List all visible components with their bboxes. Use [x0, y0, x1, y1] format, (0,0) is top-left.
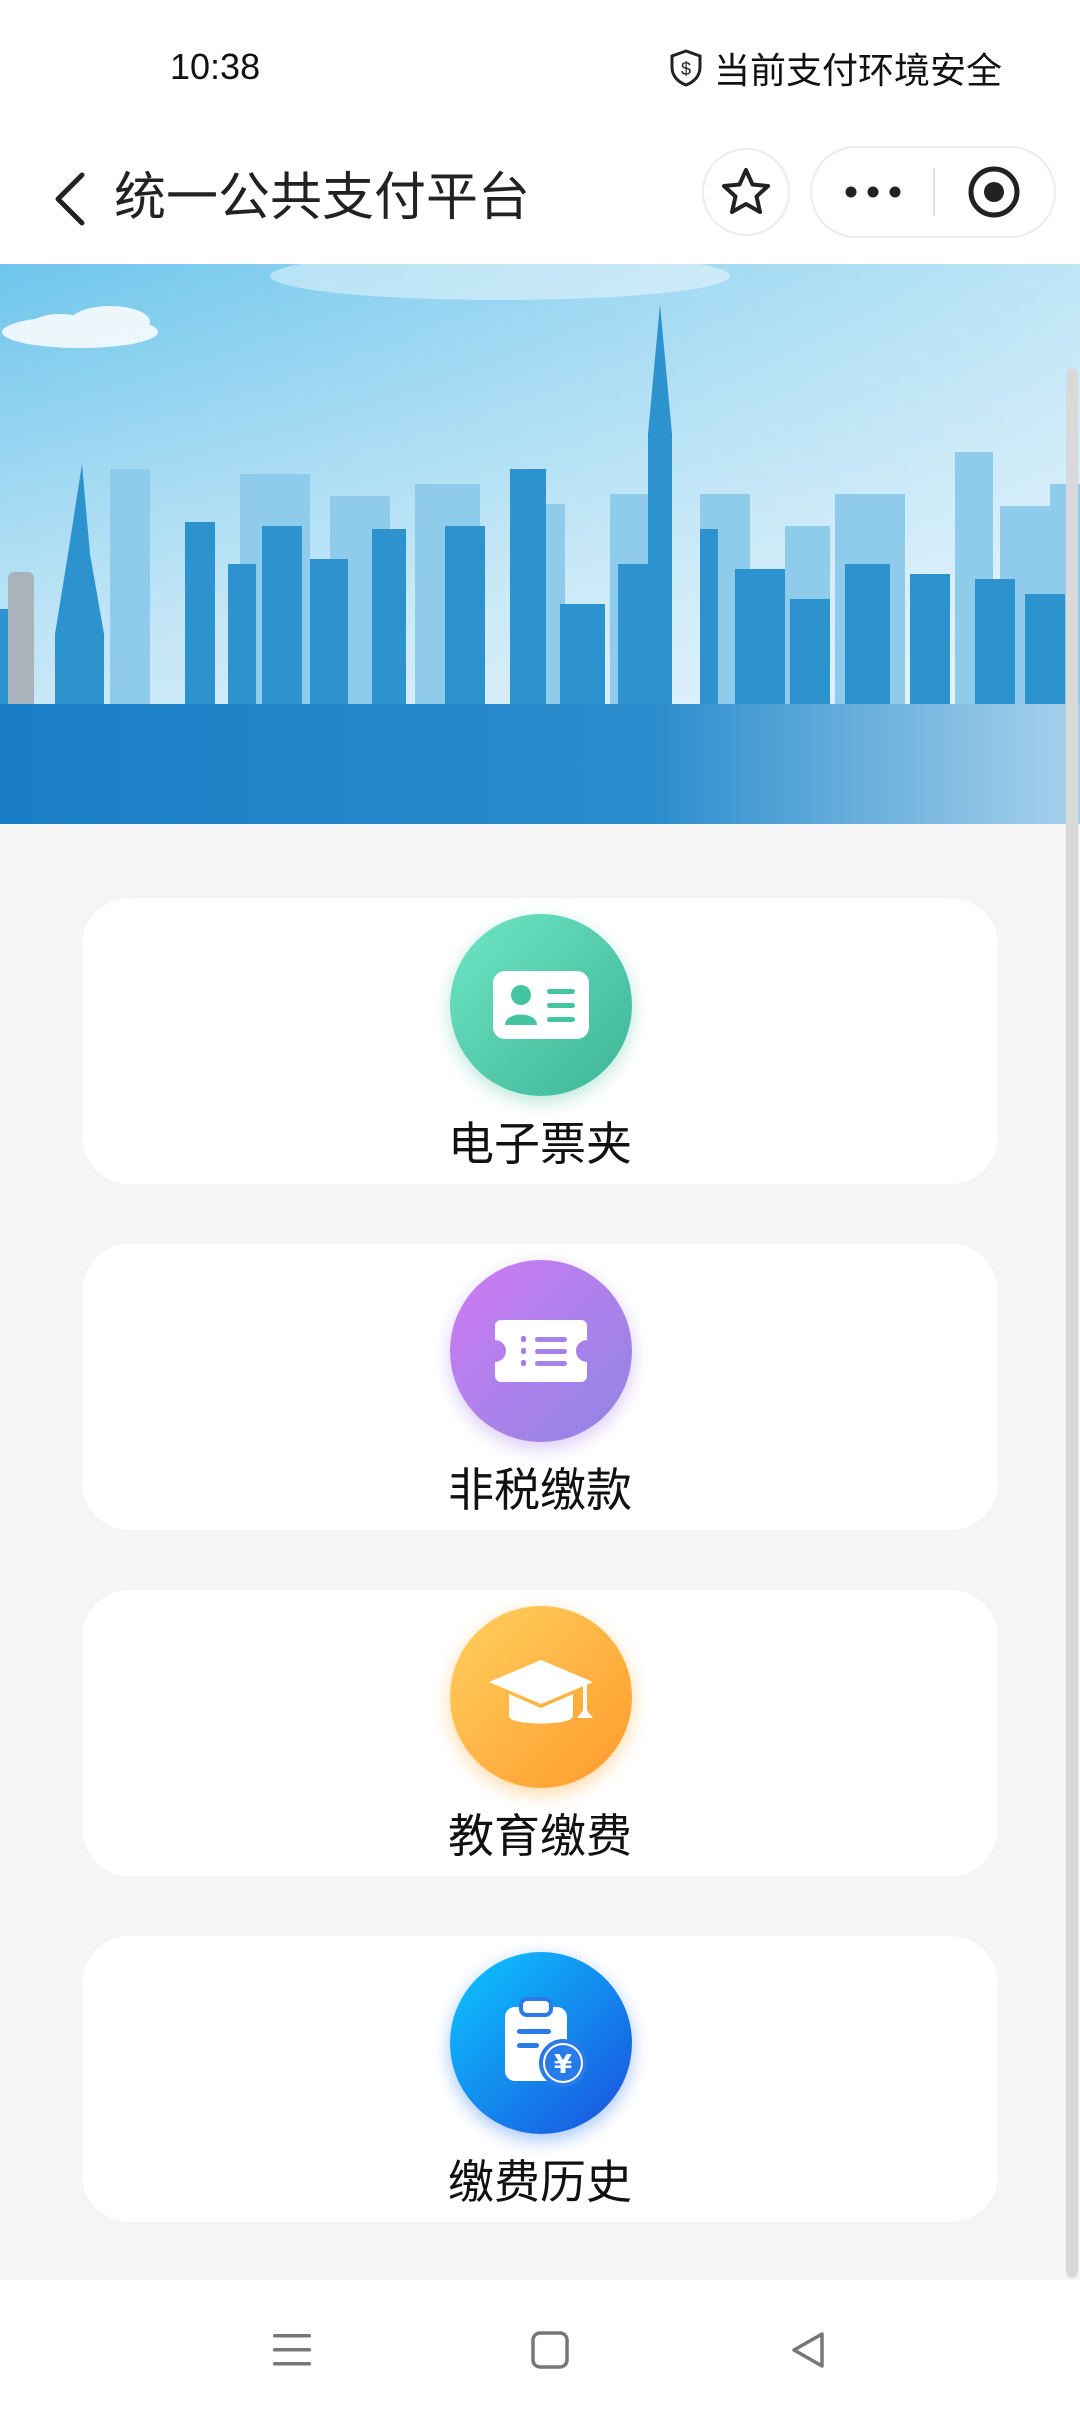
skyline-illustration — [0, 264, 1080, 824]
page-title: 统一公共支付平台 — [114, 168, 531, 228]
system-nav-bar — [0, 2280, 1080, 2412]
bill-history-icon: ¥ — [450, 1952, 632, 2134]
ticket-icon — [450, 1260, 632, 1442]
shield-dollar-icon: $ — [670, 49, 702, 87]
ellipsis-icon — [845, 186, 900, 198]
security-text: 当前支付环境安全 — [713, 51, 1002, 92]
security-status: $ 当前支付环境安全 — [668, 42, 1002, 94]
menu-button[interactable] — [262, 2320, 322, 2380]
square-icon — [531, 2331, 569, 2369]
id-card-icon — [450, 914, 632, 1096]
service-card-non-tax-payment[interactable]: 非税缴款 — [82, 1244, 998, 1530]
back-button[interactable] — [30, 154, 110, 244]
graduation-cap-icon — [450, 1606, 632, 1788]
city-skyline-banner — [0, 264, 1080, 824]
star-icon — [722, 168, 770, 214]
service-label: 教育缴费 — [448, 1809, 632, 1863]
service-label: 电子票夹 — [448, 1117, 632, 1171]
svg-text:$: $ — [681, 59, 691, 79]
menu-icon — [273, 2334, 311, 2366]
favorite-button[interactable] — [702, 148, 790, 236]
triangle-back-icon — [792, 2332, 824, 2368]
service-card-payment-history[interactable]: ¥ 缴费历史 — [82, 1936, 998, 2222]
more-button[interactable] — [812, 148, 933, 236]
status-time: 10:38 — [170, 46, 261, 87]
service-label: 缴费历史 — [448, 2155, 632, 2209]
target-circle-icon — [968, 166, 1020, 218]
service-card-education-payment[interactable]: 教育缴费 — [82, 1590, 998, 1876]
service-card-e-ticket-folder[interactable]: 电子票夹 — [82, 898, 998, 1184]
nav-bar: 统一公共支付平台 — [0, 134, 1080, 264]
status-bar: 10:38 $ 当前支付环境安全 — [0, 0, 1080, 134]
mini-program-capsule — [810, 146, 1056, 238]
svg-text:¥: ¥ — [554, 2050, 572, 2080]
page-scrollbar[interactable] — [1066, 368, 1078, 2278]
chevron-left-icon — [55, 172, 85, 226]
service-label: 非税缴款 — [448, 1463, 632, 1517]
home-button[interactable] — [520, 2320, 580, 2380]
system-back-button[interactable] — [778, 2320, 838, 2380]
close-button[interactable] — [935, 148, 1054, 236]
